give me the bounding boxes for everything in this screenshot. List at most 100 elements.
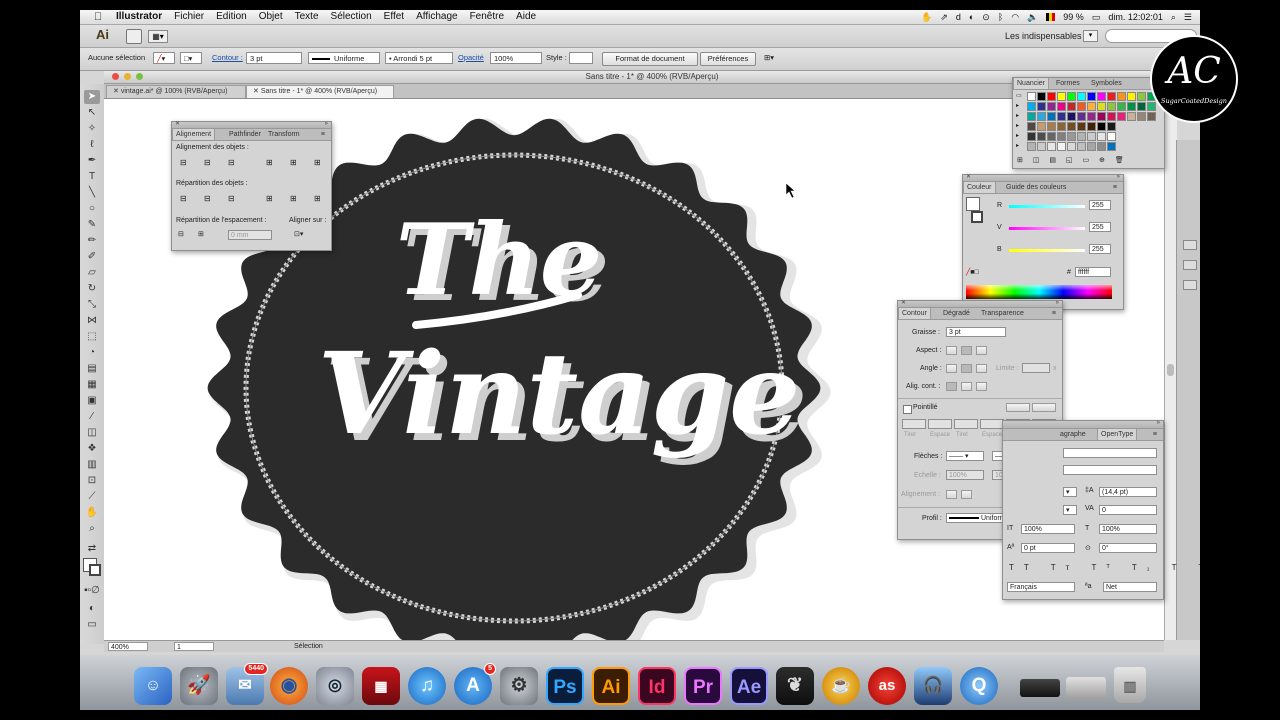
tab-paragraph[interactable]: agraphe <box>1057 429 1089 440</box>
arrange-documents-icon[interactable]: ▦▾ <box>148 30 168 43</box>
align-inside-icon[interactable] <box>961 382 972 391</box>
swatch[interactable] <box>1057 92 1066 101</box>
tab-gradient[interactable]: Dégradé <box>940 308 973 319</box>
scale-tool-icon[interactable]: ⤡ <box>84 298 100 312</box>
wifi-icon[interactable]: ◠ <box>1011 10 1019 24</box>
rotate-tool-icon[interactable]: ↻ <box>84 282 100 296</box>
arrow-tip-icon[interactable] <box>946 490 957 499</box>
distribute-object-icon[interactable]: ⊞ <box>290 194 297 203</box>
close-panel-icon[interactable]: ✕ <box>175 121 180 128</box>
align-object-icon[interactable]: ⊞ <box>314 158 321 167</box>
round-join-icon[interactable] <box>961 364 972 373</box>
projecting-cap-icon[interactable] <box>976 346 987 355</box>
zoom-tool-icon[interactable]: ⌕ <box>84 522 100 536</box>
dash-field[interactable] <box>980 419 1004 429</box>
status-icon[interactable]: d <box>956 10 961 24</box>
swatch[interactable] <box>1027 92 1036 101</box>
status-icon[interactable]: ⊙ <box>982 10 990 24</box>
swatch[interactable] <box>1057 142 1066 151</box>
gradient-tool-icon[interactable]: ▣ <box>84 394 100 408</box>
vertical-scale-field[interactable]: 100% <box>1021 524 1075 534</box>
blend-tool-icon[interactable]: ◫ <box>84 426 100 440</box>
swatch[interactable] <box>1037 102 1046 111</box>
swatch[interactable] <box>1077 112 1086 121</box>
photoshop-icon[interactable]: Ps <box>546 667 584 705</box>
eraser-tool-icon[interactable]: ▱ <box>84 266 100 280</box>
swatch[interactable] <box>1047 132 1056 141</box>
lasso-tool-icon[interactable]: ℓ <box>84 138 100 152</box>
free-transform-tool-icon[interactable]: ⬚ <box>84 330 100 344</box>
finder-icon[interactable]: ☺ <box>134 667 172 705</box>
red-value-field[interactable]: 255 <box>1089 200 1111 210</box>
font-family-dropdown[interactable] <box>1063 448 1157 458</box>
swatch[interactable] <box>1117 102 1126 111</box>
swatch[interactable] <box>1087 122 1096 131</box>
tab-vintage[interactable]: ✕ vintage.ai* @ 100% (RVB/Aperçu) <box>106 85 246 98</box>
panel-menu-icon[interactable]: ≡ <box>1049 308 1059 319</box>
align-object-icon[interactable]: ⊞ <box>266 158 273 167</box>
menu-edition[interactable]: Edition <box>216 10 247 24</box>
distribute-object-icon[interactable]: ⊟ <box>204 194 211 203</box>
swatch[interactable] <box>1047 142 1056 151</box>
limit-field[interactable] <box>1022 363 1050 373</box>
workspace-label[interactable]: Les indispensables <box>1005 31 1082 41</box>
miter-join-icon[interactable] <box>946 364 957 373</box>
direct-selection-tool-icon[interactable]: ↖ <box>84 106 100 120</box>
bridge-icon[interactable] <box>126 29 142 44</box>
panel-menu-icon[interactable]: ≡ <box>318 129 328 140</box>
red-slider[interactable] <box>1009 205 1085 208</box>
dash-field[interactable] <box>902 419 926 429</box>
align-object-icon[interactable]: ⊞ <box>290 158 297 167</box>
dash-field[interactable] <box>928 419 952 429</box>
butt-cap-icon[interactable] <box>946 346 957 355</box>
align-outside-icon[interactable] <box>976 382 987 391</box>
swatch-group-folder-icon[interactable]: ▸ <box>1016 142 1025 151</box>
swatch[interactable] <box>1037 92 1046 101</box>
align-object-icon[interactable]: ⊟ <box>180 158 187 167</box>
swatch[interactable] <box>1037 142 1046 151</box>
tab-color[interactable]: Couleur <box>963 182 996 193</box>
leading-field[interactable]: (14,4 pt) <box>1099 487 1157 497</box>
collapse-panel-icon[interactable]: » <box>1157 420 1160 427</box>
stroke-weight-field[interactable]: 3 pt <box>246 52 302 64</box>
swatch[interactable] <box>1127 102 1136 111</box>
mesh-tool-icon[interactable]: ▦ <box>84 378 100 392</box>
swatch[interactable] <box>1057 112 1066 121</box>
blue-slider[interactable] <box>1009 249 1085 252</box>
swatch[interactable] <box>1077 102 1086 111</box>
swatch[interactable] <box>1147 112 1156 121</box>
tab-opentype[interactable]: OpenType <box>1097 429 1138 440</box>
coffee-cup-icon[interactable]: ☕ <box>822 667 860 705</box>
swatch-group-folder-icon[interactable]: ▸ <box>1016 112 1025 121</box>
swatch[interactable] <box>1067 132 1076 141</box>
rotation-field[interactable]: 0° <box>1099 543 1157 553</box>
round-cap-icon[interactable] <box>961 346 972 355</box>
swatch-group-folder-icon[interactable]: ▸ <box>1016 102 1025 111</box>
fill-swatch[interactable]: ╱▾ <box>153 52 175 64</box>
swatch[interactable] <box>1067 92 1076 101</box>
swatch[interactable] <box>1097 142 1106 151</box>
swatch[interactable] <box>1027 102 1036 111</box>
menu-texte[interactable]: Texte <box>295 10 319 24</box>
swatch[interactable] <box>1087 142 1096 151</box>
color-fill-icon[interactable] <box>966 197 980 211</box>
swatch[interactable] <box>1097 122 1106 131</box>
stroke-swatch[interactable]: □▾ <box>180 52 202 64</box>
launchpad-icon[interactable]: 🚀 <box>180 667 218 705</box>
tab-pathfinder[interactable]: Pathfinder <box>226 129 264 140</box>
align-object-icon[interactable]: ⊟ <box>228 158 235 167</box>
menu-fichier[interactable]: Fichier <box>174 10 204 24</box>
dash-align-icon[interactable] <box>1032 403 1056 412</box>
symbol-sprayer-tool-icon[interactable]: ❖ <box>84 442 100 456</box>
screen-mode-icon[interactable]: ▭ <box>84 618 100 632</box>
workspace-dropdown-icon[interactable]: ▾ <box>1083 30 1098 42</box>
slice-tool-icon[interactable]: ⟋ <box>84 490 100 504</box>
mail-icon[interactable]: ✉ 5440 <box>226 663 268 705</box>
illustrator-icon[interactable]: Ai <box>592 667 630 705</box>
itunes-icon[interactable]: ♫ <box>408 667 446 705</box>
downloads-stack-icon[interactable] <box>1020 679 1060 697</box>
swatch[interactable] <box>1047 112 1056 121</box>
audacity-icon[interactable]: 🎧 <box>914 667 952 705</box>
after-effects-icon[interactable]: Ae <box>730 667 768 705</box>
swatch-group-folder-icon[interactable]: ▭ <box>1016 92 1025 101</box>
